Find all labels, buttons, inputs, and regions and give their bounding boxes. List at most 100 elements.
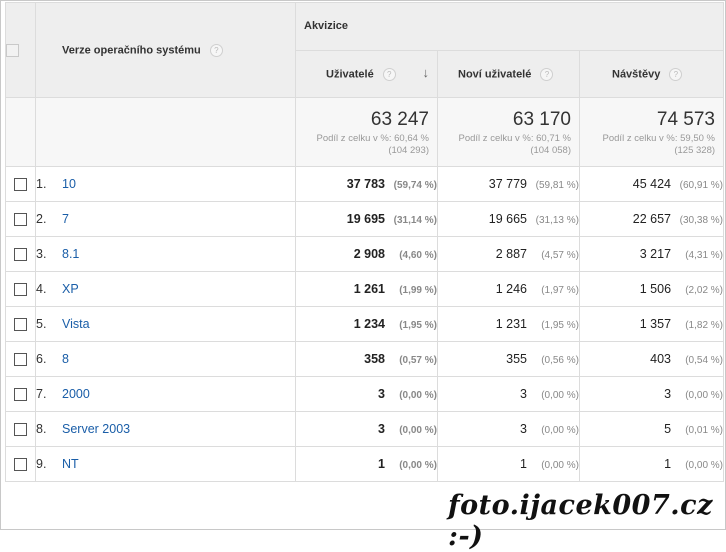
header-row-top: Verze operačního systému ? Akvizice — [5, 2, 725, 98]
total-new-users-overall: (104 058) — [530, 145, 571, 156]
new-users-cell: 1 246 (1,97 %) — [437, 271, 580, 307]
os-version-link[interactable]: Server 2003 — [62, 422, 130, 436]
sessions-cell: 3 (0,00 %) — [578, 376, 725, 412]
new-users-value: 37 779 — [488, 177, 527, 191]
new-users-percent: (4,57 %) — [541, 250, 579, 261]
column-header-new-users[interactable]: Noví uživatelé ? — [437, 50, 580, 98]
column-header-users[interactable]: Uživatelé ? ↓ — [295, 50, 438, 98]
sessions-cell: 45 424 (60,91 %) — [578, 166, 725, 202]
sessions-percent: (0,54 %) — [685, 355, 724, 366]
total-users-value: 63 247 — [370, 109, 429, 130]
row-index: 5. — [36, 317, 47, 331]
row-checkbox-cell — [5, 271, 36, 307]
row-checkbox[interactable] — [14, 388, 27, 402]
row-index: 4. — [36, 282, 47, 296]
os-version-link[interactable]: 7 — [62, 212, 69, 226]
new-users-value: 1 231 — [495, 317, 527, 331]
users-value: 358 — [364, 352, 385, 366]
os-version-cell: 3. 8.1 — [35, 236, 296, 272]
row-checkbox[interactable] — [14, 318, 27, 332]
new-users-cell: 1 (0,00 %) — [437, 446, 580, 482]
column-header-sessions[interactable]: Návštěvy ? — [578, 50, 725, 98]
users-value: 3 — [378, 387, 385, 401]
users-percent: (59,74 %) — [393, 180, 437, 191]
row-checkbox[interactable] — [14, 178, 27, 192]
row-checkbox[interactable] — [14, 353, 27, 367]
dimension-header[interactable]: Verze operačního systému ? — [35, 2, 296, 98]
select-all-cell — [5, 2, 36, 98]
table-row: 1. 10 37 783 (59,74 %) 37 779 (59,81 %) 45 424… — [5, 166, 725, 202]
row-index: 6. — [36, 352, 47, 366]
new-users-percent: (0,00 %) — [541, 425, 579, 436]
users-percent: (0,00 %) — [399, 460, 437, 471]
os-version-link[interactable]: Vista — [62, 317, 90, 331]
new-users-percent: (0,00 %) — [541, 390, 579, 401]
sessions-cell: 3 217 (4,31 %) — [578, 236, 725, 272]
row-index: 1. — [36, 177, 47, 191]
select-all-checkbox[interactable] — [6, 43, 19, 57]
table-row: 9. NT 1 (0,00 %) 1 (0,00 %) 1 (0,00 %) — [5, 446, 725, 482]
os-version-link[interactable]: 10 — [62, 177, 76, 191]
row-checkbox-cell — [5, 341, 36, 377]
os-version-link[interactable]: 8.1 — [62, 247, 79, 261]
help-icon[interactable]: ? — [669, 67, 683, 81]
os-version-link[interactable]: 2000 — [62, 387, 90, 401]
help-icon[interactable]: ? — [209, 43, 223, 57]
sessions-percent: (60,91 %) — [679, 180, 724, 191]
row-index: 9. — [36, 457, 47, 471]
report-table: Verze operačního systému ? Akvizice Uživ… — [5, 2, 725, 482]
column-header-users-label: Uživatelé — [326, 67, 374, 80]
users-value: 2 908 — [353, 247, 385, 261]
new-users-value: 1 — [520, 457, 527, 471]
os-version-cell: 7. 2000 — [35, 376, 296, 412]
sessions-percent: (1,82 %) — [685, 320, 724, 331]
new-users-value: 1 246 — [495, 282, 527, 296]
help-icon[interactable]: ? — [540, 67, 554, 81]
row-checkbox[interactable] — [14, 283, 27, 297]
sessions-value: 5 — [664, 422, 672, 436]
users-percent: (4,60 %) — [399, 250, 437, 261]
users-cell: 1 261 (1,99 %) — [295, 271, 438, 307]
total-new-users-value: 63 170 — [512, 109, 571, 130]
sort-descending-icon[interactable]: ↓ — [423, 65, 430, 80]
table-row: 3. 8.1 2 908 (4,60 %) 2 887 (4,57 %) 3 217 (4,3… — [5, 236, 725, 272]
sessions-value: 1 357 — [639, 317, 672, 331]
row-checkbox[interactable] — [14, 458, 27, 472]
total-new-users-cell: 63 170 Podíl z celku v %: 60,71 % (104 0… — [437, 97, 580, 167]
row-checkbox[interactable] — [14, 248, 27, 262]
os-version-cell: 5. Vista — [35, 306, 296, 342]
new-users-percent: (31,13 %) — [535, 215, 579, 226]
sessions-value: 1 506 — [639, 282, 672, 296]
os-version-link[interactable]: XP — [62, 282, 79, 296]
users-value: 3 — [378, 422, 385, 436]
new-users-value: 19 665 — [488, 212, 527, 226]
users-value: 1 — [378, 457, 385, 471]
sessions-cell: 403 (0,54 %) — [578, 341, 725, 377]
sessions-percent: (2,02 %) — [685, 285, 724, 296]
sessions-value: 45 424 — [632, 177, 672, 191]
os-version-cell: 6. 8 — [35, 341, 296, 377]
os-version-cell: 8. Server 2003 — [35, 411, 296, 447]
os-version-link[interactable]: NT — [62, 457, 79, 471]
help-icon[interactable]: ? — [382, 67, 396, 81]
sessions-cell: 5 (0,01 %) — [578, 411, 725, 447]
table-row: 2. 7 19 695 (31,14 %) 19 665 (31,13 %) 22 657(… — [5, 201, 725, 237]
sessions-value: 1 — [664, 457, 672, 471]
os-version-cell: 9. NT — [35, 446, 296, 482]
row-index: 7. — [36, 387, 47, 401]
sessions-value: 403 — [650, 352, 672, 366]
row-checkbox[interactable] — [14, 423, 27, 437]
table-row: 4. XP 1 261 (1,99 %) 1 246 (1,97 %) 1 506 (2,02… — [5, 271, 725, 307]
users-cell: 3 (0,00 %) — [295, 376, 438, 412]
row-checkbox-cell — [5, 306, 36, 342]
total-sessions-value: 74 573 — [656, 109, 716, 130]
os-version-link[interactable]: 8 — [62, 352, 69, 366]
row-checkbox-cell — [5, 166, 36, 202]
sessions-value: 22 657 — [632, 212, 672, 226]
new-users-percent: (1,97 %) — [541, 285, 579, 296]
row-checkbox[interactable] — [14, 213, 27, 227]
table-row: 8. Server 2003 3 (0,00 %) 3 (0,00 %) 5 (0,01 %) — [5, 411, 725, 447]
new-users-cell: 3 (0,00 %) — [437, 411, 580, 447]
new-users-cell: 355 (0,56 %) — [437, 341, 580, 377]
total-new-users-percent: Podíl z celku v %: 60,71 % — [458, 133, 571, 144]
